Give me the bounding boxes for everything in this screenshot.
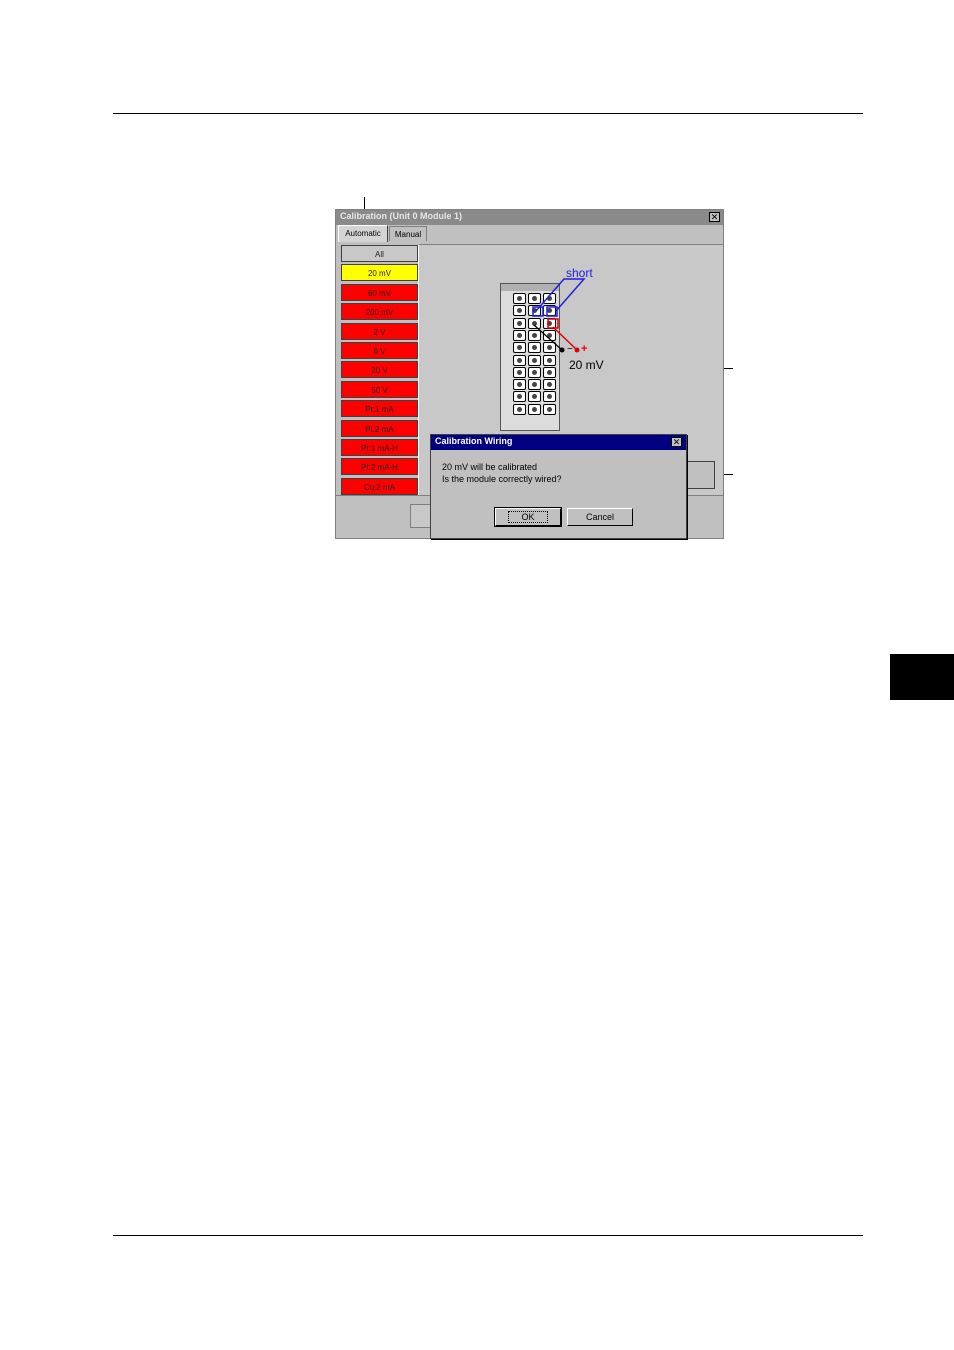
window-close-icon[interactable]: ✕: [709, 212, 720, 222]
short-wire: [535, 278, 586, 312]
dialog-message-line2: Is the module correctly wired?: [442, 474, 562, 484]
terminal-screw: [543, 391, 556, 403]
ok-button-label: OK: [508, 511, 548, 523]
window-title: Calibration (Unit 0 Module 1): [340, 211, 463, 221]
chapter-thumb-tab: [890, 654, 954, 700]
terminal-screw: [528, 391, 541, 403]
minus-node: [559, 347, 565, 353]
short-label: short: [566, 266, 593, 280]
tab-manual[interactable]: Manual: [389, 226, 427, 241]
side-button-frame[interactable]: [687, 461, 715, 489]
range-item-20mv[interactable]: 20 mV: [341, 264, 418, 282]
plus-node: [574, 347, 580, 353]
range-item-pt-1ma-h[interactable]: Pt:1 mA-H: [341, 439, 418, 456]
window-titlebar: Calibration (Unit 0 Module 1) ✕: [336, 210, 723, 225]
terminal-screw: [513, 403, 526, 415]
terminal-screw: [543, 403, 556, 415]
range-item-60mv[interactable]: 60 mV: [341, 283, 418, 301]
plus-wire: [552, 326, 578, 351]
range-item-cu-2ma[interactable]: Cu:2 mA: [341, 477, 418, 495]
short-terminal-b: [546, 306, 558, 317]
range-item-200mv[interactable]: 200 mV: [341, 303, 418, 321]
range-item-pt-2ma[interactable]: Pt:2 mA: [341, 419, 418, 437]
cancel-button[interactable]: Cancel: [567, 508, 633, 526]
terminal-screw: [528, 403, 541, 415]
minus-label: −: [567, 344, 573, 355]
range-item-2v[interactable]: 2 V: [341, 322, 418, 340]
terminal-screw: [513, 391, 526, 403]
range-item-6v[interactable]: 6 V: [341, 342, 418, 359]
source-label: 20 mV: [569, 358, 604, 372]
range-item-pt-1ma[interactable]: Pt:1 mA: [341, 400, 418, 418]
dialog-close-icon[interactable]: ✕: [671, 437, 682, 447]
ok-button[interactable]: OK: [494, 507, 562, 527]
range-item-pt-2ma-h[interactable]: Pt:2 mA-H: [341, 458, 418, 476]
dialog-title: Calibration Wiring: [435, 436, 513, 446]
top-rule: [113, 113, 863, 114]
calibration-wiring-dialog: Calibration Wiring ✕ 20 mV will be calib…: [430, 434, 687, 539]
plus-label: +: [581, 343, 588, 355]
range-item-50v[interactable]: 50 V: [341, 380, 418, 398]
dialog-message-line1: 20 mV will be calibrated: [442, 462, 538, 472]
bottom-rule: [113, 1235, 863, 1236]
tab-automatic[interactable]: Automatic: [338, 225, 388, 242]
plus-terminal: [547, 318, 559, 329]
dialog-titlebar: Calibration Wiring ✕: [431, 435, 686, 450]
range-item-20v[interactable]: 20 V: [341, 361, 418, 379]
range-item-all[interactable]: All: [341, 245, 418, 262]
